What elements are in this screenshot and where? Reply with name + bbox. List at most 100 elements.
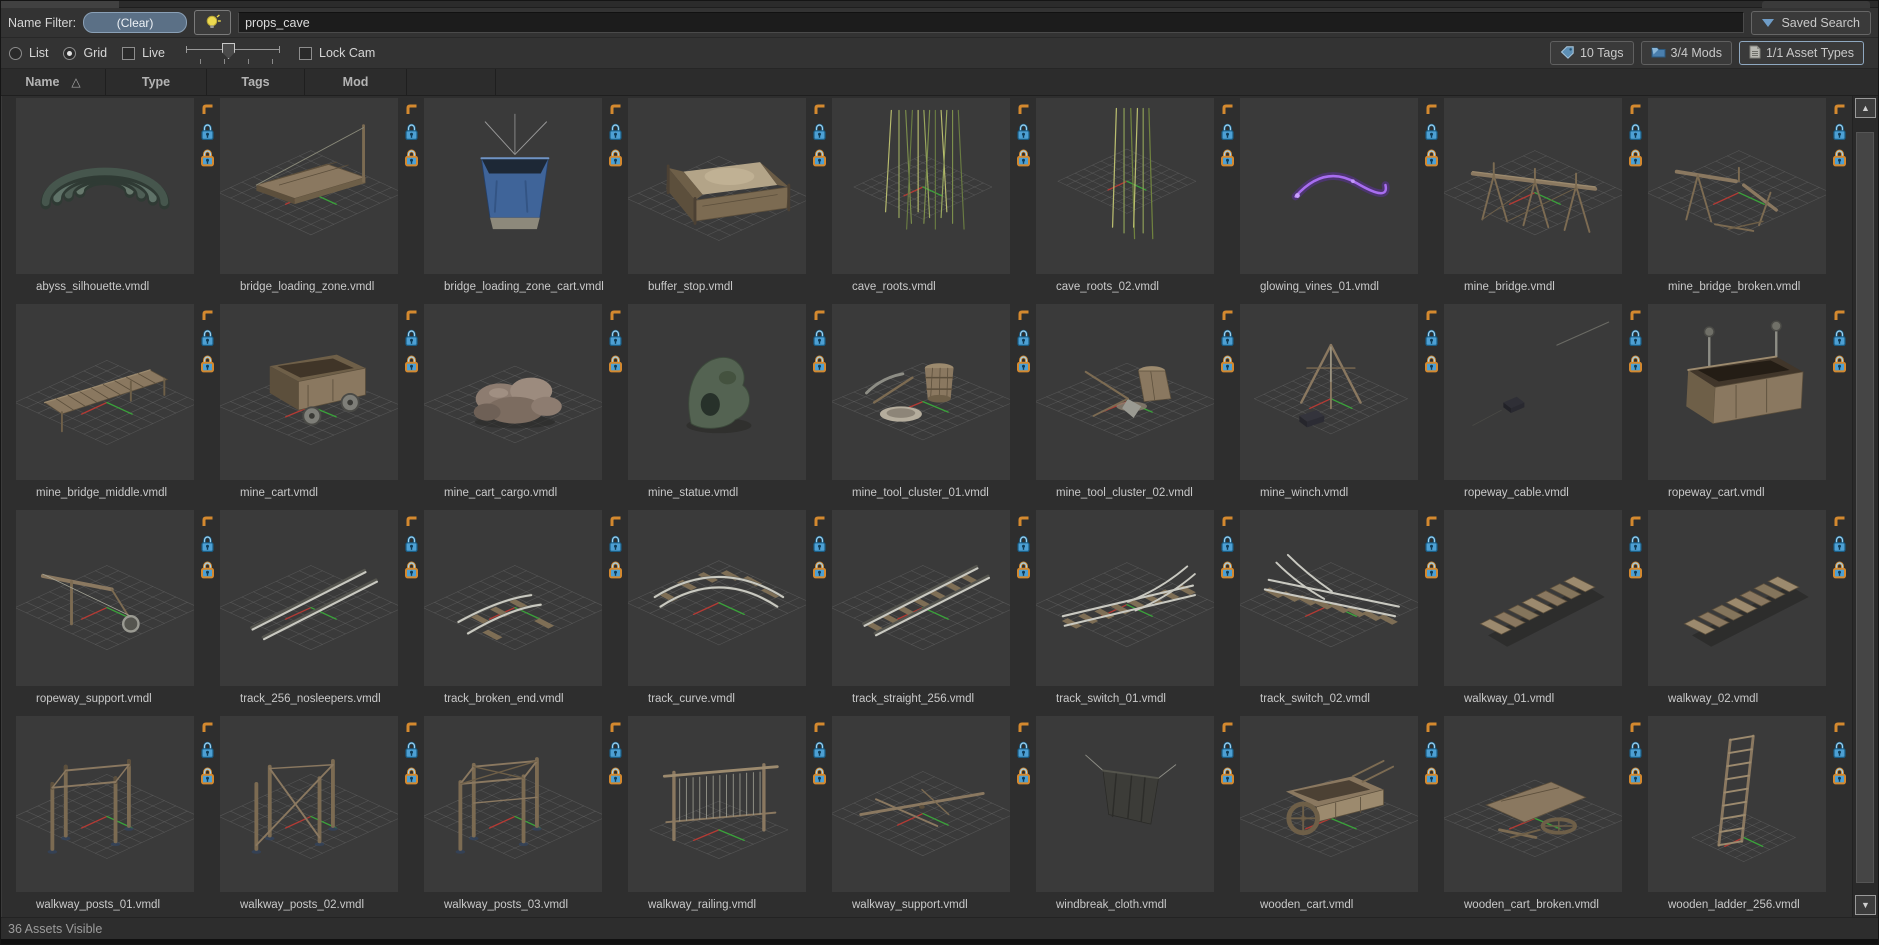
asset-tile[interactable]: track_straight_256.vmdl bbox=[832, 510, 1036, 716]
asset-tile[interactable]: track_switch_01.vmdl bbox=[1036, 510, 1240, 716]
asset-tile[interactable]: cave_roots.vmdl bbox=[832, 98, 1036, 304]
asset-status-icons bbox=[398, 304, 424, 480]
asset-name-label: glowing_vines_01.vmdl bbox=[1260, 281, 1379, 293]
view-options-bar: List Grid Live Lock Cam 10 Tags 3/4 Mods… bbox=[1, 38, 1878, 69]
tags-filter-button[interactable]: 10 Tags bbox=[1549, 41, 1634, 65]
bookmark-corner-icon bbox=[1425, 102, 1438, 120]
lock-icon bbox=[1424, 123, 1439, 146]
asset-name-label: ropeway_support.vmdl bbox=[36, 693, 152, 705]
lock-icon bbox=[812, 123, 827, 146]
column-header-mod[interactable]: Mod bbox=[305, 69, 407, 95]
asset-tile[interactable]: track_switch_02.vmdl bbox=[1240, 510, 1444, 716]
asset-tile[interactable]: walkway_02.vmdl bbox=[1648, 510, 1852, 716]
asset-tile[interactable]: walkway_posts_01.vmdl bbox=[16, 716, 220, 917]
asset-tile-body bbox=[1240, 716, 1444, 892]
asset-tile[interactable]: windbreak_cloth.vmdl bbox=[1036, 716, 1240, 917]
asset-tile[interactable]: mine_statue.vmdl bbox=[628, 304, 832, 510]
asset-tile-body bbox=[1648, 716, 1852, 892]
lock-icon bbox=[200, 329, 215, 352]
column-header-name[interactable]: Name △ bbox=[1, 69, 106, 95]
asset-tile[interactable]: wooden_cart.vmdl bbox=[1240, 716, 1444, 917]
asset-tile[interactable]: track_256_nosleepers.vmdl bbox=[220, 510, 424, 716]
asset-tile[interactable]: walkway_01.vmdl bbox=[1444, 510, 1648, 716]
grid-view-radio[interactable] bbox=[63, 46, 77, 60]
asset-tile-body bbox=[832, 304, 1036, 480]
asset-name-label: mine_cart.vmdl bbox=[240, 487, 318, 499]
lock-icon bbox=[1832, 535, 1847, 558]
asset-name-label: mine_bridge_middle.vmdl bbox=[36, 487, 168, 499]
asset-thumbnail bbox=[220, 716, 398, 892]
asset-tile-body bbox=[1444, 304, 1648, 480]
bookmark-corner-icon bbox=[1629, 514, 1642, 532]
asset-thumbnail bbox=[1444, 510, 1622, 686]
asset-tile[interactable]: walkway_support.vmdl bbox=[832, 716, 1036, 917]
asset-tile[interactable]: buffer_stop.vmdl bbox=[628, 98, 832, 304]
highlight-filter-button[interactable] bbox=[194, 10, 232, 35]
asset-tile-body bbox=[628, 304, 832, 480]
asset-thumbnail bbox=[1444, 716, 1622, 892]
asset-tile[interactable]: bridge_loading_zone.vmdl bbox=[220, 98, 424, 304]
bookmark-corner-icon bbox=[1221, 308, 1234, 326]
column-header-row: Name △ Type Tags Mod bbox=[1, 69, 1878, 96]
scroll-up-button[interactable]: ▲ bbox=[1855, 98, 1876, 118]
lock-icon bbox=[812, 535, 827, 558]
asset-tile[interactable]: ropeway_cart.vmdl bbox=[1648, 304, 1852, 510]
asset-tile[interactable]: mine_bridge_broken.vmdl bbox=[1648, 98, 1852, 304]
lock-icon bbox=[608, 123, 623, 146]
asset-tile[interactable]: ropeway_cable.vmdl bbox=[1444, 304, 1648, 510]
asset-tile[interactable]: ropeway_support.vmdl bbox=[16, 510, 220, 716]
asset-tile[interactable]: mine_tool_cluster_01.vmdl bbox=[832, 304, 1036, 510]
asset-tile[interactable]: mine_winch.vmdl bbox=[1240, 304, 1444, 510]
vertical-scrollbar[interactable]: ▲ ▼ bbox=[1852, 96, 1878, 917]
column-header-tags[interactable]: Tags bbox=[207, 69, 305, 95]
bookmark-corner-icon bbox=[609, 514, 622, 532]
lock-icon bbox=[608, 535, 623, 558]
saved-search-label: Saved Search bbox=[1781, 15, 1860, 30]
asset-tile[interactable]: track_curve.vmdl bbox=[628, 510, 832, 716]
asset-thumbnail bbox=[16, 98, 194, 274]
asset-tile[interactable]: walkway_posts_02.vmdl bbox=[220, 716, 424, 917]
asset-thumbnail bbox=[424, 510, 602, 686]
asset-types-filter-button[interactable]: 1/1 Asset Types bbox=[1738, 41, 1864, 65]
asset-tile[interactable]: walkway_posts_03.vmdl bbox=[424, 716, 628, 917]
scroll-down-button[interactable]: ▼ bbox=[1855, 895, 1876, 915]
asset-status-icons bbox=[602, 304, 628, 480]
asset-tile[interactable]: mine_bridge.vmdl bbox=[1444, 98, 1648, 304]
lock-icon bbox=[812, 741, 827, 764]
live-checkbox[interactable] bbox=[122, 46, 136, 60]
asset-tile[interactable]: mine_bridge_middle.vmdl bbox=[16, 304, 220, 510]
scrollbar-thumb[interactable] bbox=[1856, 132, 1874, 883]
lock-highlighted-icon bbox=[1628, 561, 1643, 584]
asset-name-label: bridge_loading_zone_cart.vmdl bbox=[444, 281, 604, 293]
mods-filter-button[interactable]: 3/4 Mods bbox=[1640, 41, 1732, 65]
asset-tile[interactable]: wooden_cart_broken.vmdl bbox=[1444, 716, 1648, 917]
thumbnail-size-slider[interactable] bbox=[186, 41, 281, 65]
column-header-type[interactable]: Type bbox=[106, 69, 207, 95]
asset-tile-body bbox=[16, 304, 220, 480]
asset-tile[interactable]: mine_tool_cluster_02.vmdl bbox=[1036, 304, 1240, 510]
asset-status-icons bbox=[1010, 304, 1036, 480]
asset-thumbnail bbox=[424, 304, 602, 480]
asset-tile[interactable]: track_broken_end.vmdl bbox=[424, 510, 628, 716]
asset-name-label: mine_tool_cluster_02.vmdl bbox=[1056, 487, 1193, 499]
lock-icon bbox=[200, 741, 215, 764]
asset-tile-body bbox=[16, 98, 220, 274]
asset-tile[interactable]: glowing_vines_01.vmdl bbox=[1240, 98, 1444, 304]
asset-tile[interactable]: wooden_ladder_256.vmdl bbox=[1648, 716, 1852, 917]
asset-tile[interactable]: bridge_loading_zone_cart.vmdl bbox=[424, 98, 628, 304]
name-filter-input[interactable] bbox=[238, 12, 1745, 33]
asset-tile[interactable]: mine_cart.vmdl bbox=[220, 304, 424, 510]
asset-tile[interactable]: mine_cart_cargo.vmdl bbox=[424, 304, 628, 510]
saved-search-button[interactable]: Saved Search bbox=[1751, 10, 1871, 35]
asset-tile[interactable]: cave_roots_02.vmdl bbox=[1036, 98, 1240, 304]
asset-status-icons bbox=[1826, 716, 1852, 892]
clear-filter-button[interactable]: (Clear) bbox=[83, 12, 188, 33]
list-view-radio[interactable] bbox=[9, 46, 22, 60]
slider-handle[interactable] bbox=[222, 43, 236, 59]
asset-tile[interactable]: walkway_railing.vmdl bbox=[628, 716, 832, 917]
lock-cam-checkbox[interactable] bbox=[299, 46, 313, 60]
bookmark-corner-icon bbox=[405, 720, 418, 738]
asset-tile[interactable]: abyss_silhouette.vmdl bbox=[16, 98, 220, 304]
bookmark-corner-icon bbox=[1221, 514, 1234, 532]
dropdown-arrow-icon bbox=[1762, 18, 1775, 27]
